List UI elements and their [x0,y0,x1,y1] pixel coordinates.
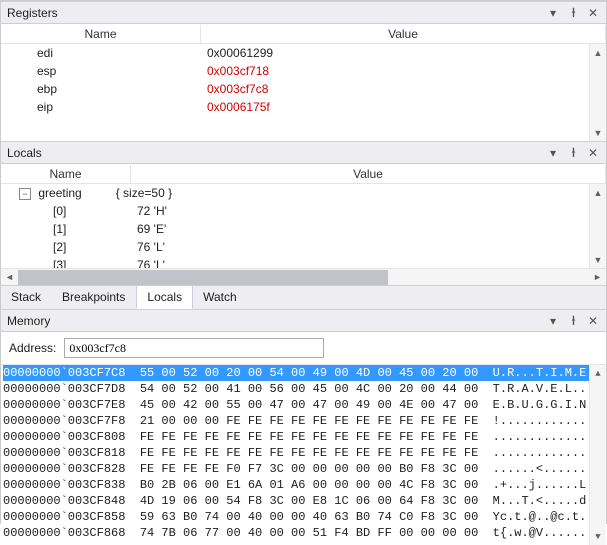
memory-line[interactable]: 00000000`003CF7C8 55 00 52 00 20 00 54 0… [3,365,604,381]
scroll-down-icon[interactable]: ▼ [590,124,606,141]
registers-header: Registers ▾ ✕ [1,2,606,24]
var-name: greeting [38,186,81,200]
scroll-right-icon[interactable]: ► [589,269,606,286]
close-icon[interactable]: ✕ [586,146,600,160]
tab-watch[interactable]: Watch [193,286,248,309]
tree-row-root[interactable]: − greeting { size=50 } [1,184,606,202]
register-name: edi [1,46,201,60]
register-row[interactable]: eip0x0006175f [1,98,606,116]
memory-scrollbar[interactable]: ▲ ▼ [589,365,606,545]
address-label: Address: [9,341,56,355]
tree-row-child[interactable]: [0]72 'H' [1,202,606,220]
register-value: 0x003cf718 [201,64,606,78]
tree-row-child[interactable]: [3]76 'L' [1,256,606,268]
scroll-up-icon[interactable]: ▲ [590,365,606,382]
memory-title: Memory [7,314,546,328]
memory-line[interactable]: 00000000`003CF828 FE FE FE FE F0 F7 3C 0… [3,461,604,477]
array-value: 76 'L' [131,240,171,254]
memory-line[interactable]: 00000000`003CF818 FE FE FE FE FE FE FE F… [3,445,604,461]
locals-grid-body: − greeting { size=50 } [0]72 'H'[1]69 'E… [1,184,606,268]
array-index: [3] [1,258,131,268]
registers-title: Registers [7,6,546,20]
memory-address-row: Address: [1,332,606,365]
register-name: esp [1,64,201,78]
pin-icon[interactable] [566,6,580,20]
tabstrip: StackBreakpointsLocalsWatch [1,285,606,309]
close-icon[interactable]: ✕ [586,314,600,328]
dropdown-icon[interactable]: ▾ [546,314,560,328]
registers-scrollbar[interactable]: ▲ ▼ [589,44,606,141]
locals-title: Locals [7,146,546,160]
register-value: 0x00061299 [201,46,606,60]
register-row[interactable]: esp0x003cf718 [1,62,606,80]
register-name: eip [1,100,201,114]
scroll-down-icon[interactable]: ▼ [590,528,606,545]
locals-scrollbar[interactable]: ▲ ▼ [589,184,606,268]
locals-hscroll[interactable]: ◄ ► [1,268,606,285]
dropdown-icon[interactable]: ▾ [546,146,560,160]
tree-row-child[interactable]: [2]76 'L' [1,238,606,256]
memory-body[interactable]: 00000000`003CF7C8 55 00 52 00 20 00 54 0… [1,365,606,545]
array-index: [0] [1,204,131,218]
collapse-icon[interactable]: − [19,188,31,200]
register-row[interactable]: edi0x00061299 [1,44,606,62]
col-value[interactable]: Value [131,165,606,183]
array-index: [2] [1,240,131,254]
memory-header: Memory ▾ ✕ [1,310,606,332]
register-value: 0x003cf7c8 [201,82,606,96]
col-name[interactable]: Name [1,165,131,183]
register-value: 0x0006175f [201,100,606,114]
col-value[interactable]: Value [201,25,606,43]
memory-panel: Memory ▾ ✕ Address: 00000000`003CF7C8 55… [1,309,606,545]
register-name: ebp [1,82,201,96]
close-icon[interactable]: ✕ [586,6,600,20]
memory-line[interactable]: 00000000`003CF858 59 63 B0 74 00 40 00 0… [3,509,604,525]
register-row[interactable]: ebp0x003cf7c8 [1,80,606,98]
memory-line[interactable]: 00000000`003CF868 74 7B 06 77 00 40 00 0… [3,525,604,541]
pin-icon[interactable] [566,314,580,328]
array-value: 69 'E' [131,222,172,236]
tab-breakpoints[interactable]: Breakpoints [52,286,136,309]
pin-icon[interactable] [566,146,580,160]
array-index: [1] [1,222,131,236]
registers-grid-body: edi0x00061299esp0x003cf718ebp0x003cf7c8e… [1,44,606,141]
var-summary: { size=50 } [88,186,178,200]
scroll-down-icon[interactable]: ▼ [590,251,606,268]
address-input[interactable] [64,338,324,358]
array-value: 76 'L' [131,258,171,268]
memory-line[interactable]: 00000000`003CF848 4D 19 06 00 54 F8 3C 0… [3,493,604,509]
dropdown-icon[interactable]: ▾ [546,6,560,20]
memory-line[interactable]: 00000000`003CF7D8 54 00 52 00 41 00 56 0… [3,381,604,397]
memory-line[interactable]: 00000000`003CF808 FE FE FE FE FE FE FE F… [3,429,604,445]
scroll-up-icon[interactable]: ▲ [590,44,606,61]
registers-panel: Registers ▾ ✕ Name Value edi0x00061299es… [1,1,606,141]
locals-header: Locals ▾ ✕ [1,142,606,164]
memory-line[interactable]: 00000000`003CF838 B0 2B 06 00 E1 6A 01 A… [3,477,604,493]
memory-line[interactable]: 00000000`003CF7F8 21 00 00 00 FE FE FE F… [3,413,604,429]
locals-panel: Locals ▾ ✕ Name Value − greeting { size=… [1,141,606,309]
tree-row-child[interactable]: [1]69 'E' [1,220,606,238]
tab-locals[interactable]: Locals [136,285,193,309]
tab-stack[interactable]: Stack [1,286,52,309]
locals-grid-header: Name Value [1,164,606,184]
hscroll-thumb[interactable] [18,270,388,285]
array-value: 72 'H' [131,204,173,218]
scroll-up-icon[interactable]: ▲ [590,184,606,201]
col-name[interactable]: Name [1,25,201,43]
scroll-left-icon[interactable]: ◄ [1,269,18,286]
registers-grid-header: Name Value [1,24,606,44]
memory-line[interactable]: 00000000`003CF7E8 45 00 42 00 55 00 47 0… [3,397,604,413]
